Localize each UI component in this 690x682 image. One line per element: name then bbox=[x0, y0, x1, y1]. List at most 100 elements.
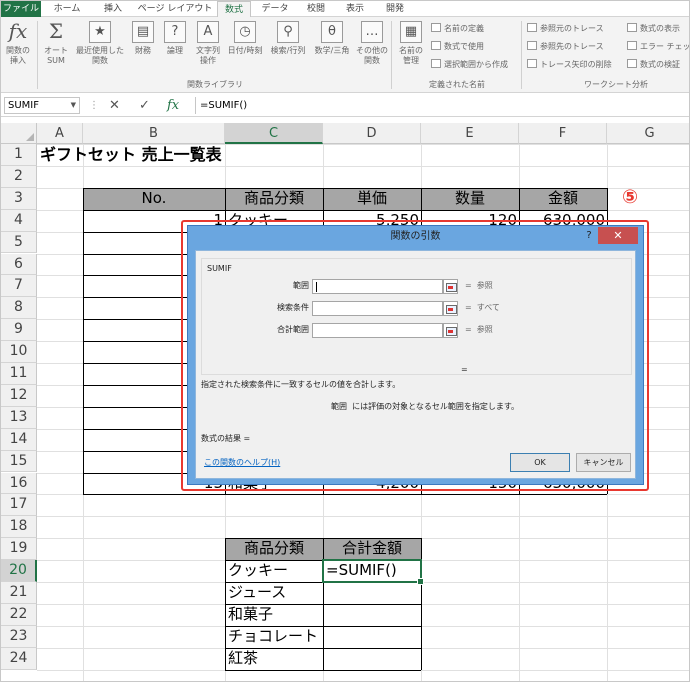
summary-cell-category[interactable]: チョコレート bbox=[225, 626, 323, 648]
row-header-10[interactable]: 10 bbox=[1, 341, 37, 363]
row-header-13[interactable]: 13 bbox=[1, 406, 37, 429]
row-header-23[interactable]: 23 bbox=[1, 625, 37, 648]
tab-insert[interactable]: 挿入 bbox=[93, 1, 133, 17]
row-header-20[interactable]: 20 bbox=[1, 560, 37, 582]
row-header-6[interactable]: 6 bbox=[1, 253, 37, 276]
row-header-24[interactable]: 24 bbox=[1, 647, 37, 670]
row-header-22[interactable]: 22 bbox=[1, 603, 37, 626]
row-header-17[interactable]: 17 bbox=[1, 494, 37, 517]
table-border bbox=[83, 187, 607, 189]
insert-function-button[interactable]: fx 関数の 挿入 bbox=[3, 21, 33, 66]
remove-arrows-button[interactable]: トレース矢印の削除 bbox=[527, 59, 612, 71]
recent-functions-button[interactable]: ★ 最近使用した 関数 bbox=[75, 21, 125, 66]
close-button[interactable]: ✕ bbox=[598, 227, 638, 244]
select-all-corner[interactable] bbox=[1, 123, 37, 144]
summary-cell-total[interactable] bbox=[323, 626, 421, 648]
financial-button[interactable]: ▤ 財務 bbox=[129, 21, 157, 56]
function-help-link[interactable]: この関数のヘルプ(H) bbox=[204, 457, 280, 468]
row-header-3[interactable]: 3 bbox=[1, 187, 37, 210]
range-input[interactable] bbox=[312, 279, 443, 294]
logical-button[interactable]: ? 論理 bbox=[161, 21, 189, 56]
column-header-e[interactable]: E bbox=[421, 123, 519, 144]
argument-help-text: には評価の対象となるセル範囲を指定します。 bbox=[352, 402, 520, 411]
column-header-c[interactable]: C bbox=[225, 123, 323, 144]
summary-cell-category[interactable]: 和菓子 bbox=[225, 604, 323, 626]
ok-button[interactable]: OK bbox=[510, 453, 570, 472]
name-box[interactable]: SUMIF ▼ bbox=[4, 97, 80, 114]
tab-file[interactable]: ファイル bbox=[1, 1, 41, 17]
summary-header-cell[interactable]: 合計金額 bbox=[323, 538, 421, 561]
tab-data[interactable]: データ bbox=[255, 1, 295, 17]
tab-formulas[interactable]: 数式 bbox=[217, 1, 251, 18]
math-button[interactable]: θ 数学/三角 bbox=[311, 21, 353, 56]
fx-icon[interactable]: fx bbox=[167, 97, 179, 114]
evaluate-formula-button[interactable]: 数式の検証 bbox=[627, 59, 680, 71]
range-picker-icon[interactable] bbox=[443, 279, 458, 294]
row-header-4[interactable]: 4 bbox=[1, 209, 37, 232]
table-header-cell[interactable]: No. bbox=[83, 187, 225, 210]
summary-cell-total[interactable] bbox=[323, 648, 421, 670]
summary-header-cell[interactable]: 商品分類 bbox=[225, 538, 323, 561]
column-header-g[interactable]: G bbox=[607, 123, 689, 144]
cancel-icon[interactable]: ✕ bbox=[109, 97, 120, 114]
summary-cell-category[interactable]: クッキー bbox=[225, 560, 323, 582]
tab-home[interactable]: ホーム bbox=[45, 1, 89, 17]
use-in-formula-button[interactable]: 数式で使用 bbox=[431, 41, 484, 53]
row-header-8[interactable]: 8 bbox=[1, 297, 37, 320]
tab-review[interactable]: 校閲 bbox=[299, 1, 333, 17]
row-header-12[interactable]: 12 bbox=[1, 384, 37, 407]
define-name-button[interactable]: 名前の定義 bbox=[431, 23, 484, 35]
row-header-5[interactable]: 5 bbox=[1, 231, 37, 254]
enter-icon[interactable]: ✓ bbox=[139, 97, 150, 114]
row-header-16[interactable]: 16 bbox=[1, 472, 37, 495]
help-icon[interactable]: ? bbox=[582, 228, 596, 244]
text-functions-button[interactable]: A 文字列 操作 bbox=[191, 21, 225, 66]
more-functions-button[interactable]: … その他の 関数 bbox=[355, 21, 389, 66]
sheet-title[interactable]: ギフトセット 売上一覧表 bbox=[37, 144, 323, 166]
tab-page-layout[interactable]: ページ レイアウト bbox=[137, 1, 213, 17]
table-header-cell[interactable]: 金額 bbox=[519, 187, 607, 210]
trace-dependents-button[interactable]: 参照先のトレース bbox=[527, 41, 604, 53]
row-header-11[interactable]: 11 bbox=[1, 363, 37, 385]
row-header-15[interactable]: 15 bbox=[1, 450, 37, 473]
row-header-19[interactable]: 19 bbox=[1, 538, 37, 561]
cancel-button[interactable]: キャンセル bbox=[576, 453, 631, 472]
table-header-cell[interactable]: 単価 bbox=[323, 187, 421, 210]
lookup-button[interactable]: ⚲ 検索/行列 bbox=[267, 21, 309, 56]
trace-dependents-icon bbox=[527, 41, 537, 50]
sigma-icon: Σ bbox=[48, 19, 64, 43]
criteria-picker-icon[interactable] bbox=[443, 301, 458, 316]
summary-cell-category[interactable]: ジュース bbox=[225, 582, 323, 604]
row-header-2[interactable]: 2 bbox=[1, 165, 37, 188]
datetime-button[interactable]: ◷ 日付/時刻 bbox=[225, 21, 265, 56]
column-header-f[interactable]: F bbox=[519, 123, 607, 144]
name-manager-button[interactable]: ▦ 名前の 管理 bbox=[395, 21, 427, 66]
show-formulas-button[interactable]: 数式の表示 bbox=[627, 23, 680, 35]
row-header-21[interactable]: 21 bbox=[1, 582, 37, 604]
table-header-cell[interactable]: 商品分類 bbox=[225, 187, 323, 210]
row-header-18[interactable]: 18 bbox=[1, 516, 37, 539]
sum-range-input[interactable] bbox=[312, 323, 443, 338]
error-check-button[interactable]: エラー チェック bbox=[627, 41, 689, 53]
trace-precedents-button[interactable]: 参照元のトレース bbox=[527, 23, 604, 35]
summary-cell-category[interactable]: 紅茶 bbox=[225, 648, 323, 670]
criteria-input[interactable] bbox=[312, 301, 443, 316]
more-functions-label: その他の 関数 bbox=[356, 46, 388, 65]
row-header-9[interactable]: 9 bbox=[1, 319, 37, 342]
formula-input[interactable]: =SUMIF() bbox=[195, 97, 689, 114]
column-header-d[interactable]: D bbox=[323, 123, 421, 144]
tab-view[interactable]: 表示 bbox=[337, 1, 373, 17]
tab-developer[interactable]: 開発 bbox=[377, 1, 413, 17]
create-from-selection-button[interactable]: 選択範囲から作成 bbox=[431, 59, 508, 71]
row-header-14[interactable]: 14 bbox=[1, 428, 37, 451]
autosum-button[interactable]: Σ オート SUM bbox=[41, 21, 71, 66]
row-header-1[interactable]: 1 bbox=[1, 144, 37, 166]
column-header-b[interactable]: B bbox=[83, 123, 225, 144]
column-header-a[interactable]: A bbox=[37, 123, 83, 144]
sum-range-picker-icon[interactable] bbox=[443, 323, 458, 338]
table-header-cell[interactable]: 数量 bbox=[421, 187, 519, 210]
trace-dependents-label: 参照先のトレース bbox=[540, 42, 604, 51]
summary-cell-total[interactable] bbox=[323, 582, 421, 604]
summary-cell-total[interactable] bbox=[323, 604, 421, 626]
row-header-7[interactable]: 7 bbox=[1, 275, 37, 298]
